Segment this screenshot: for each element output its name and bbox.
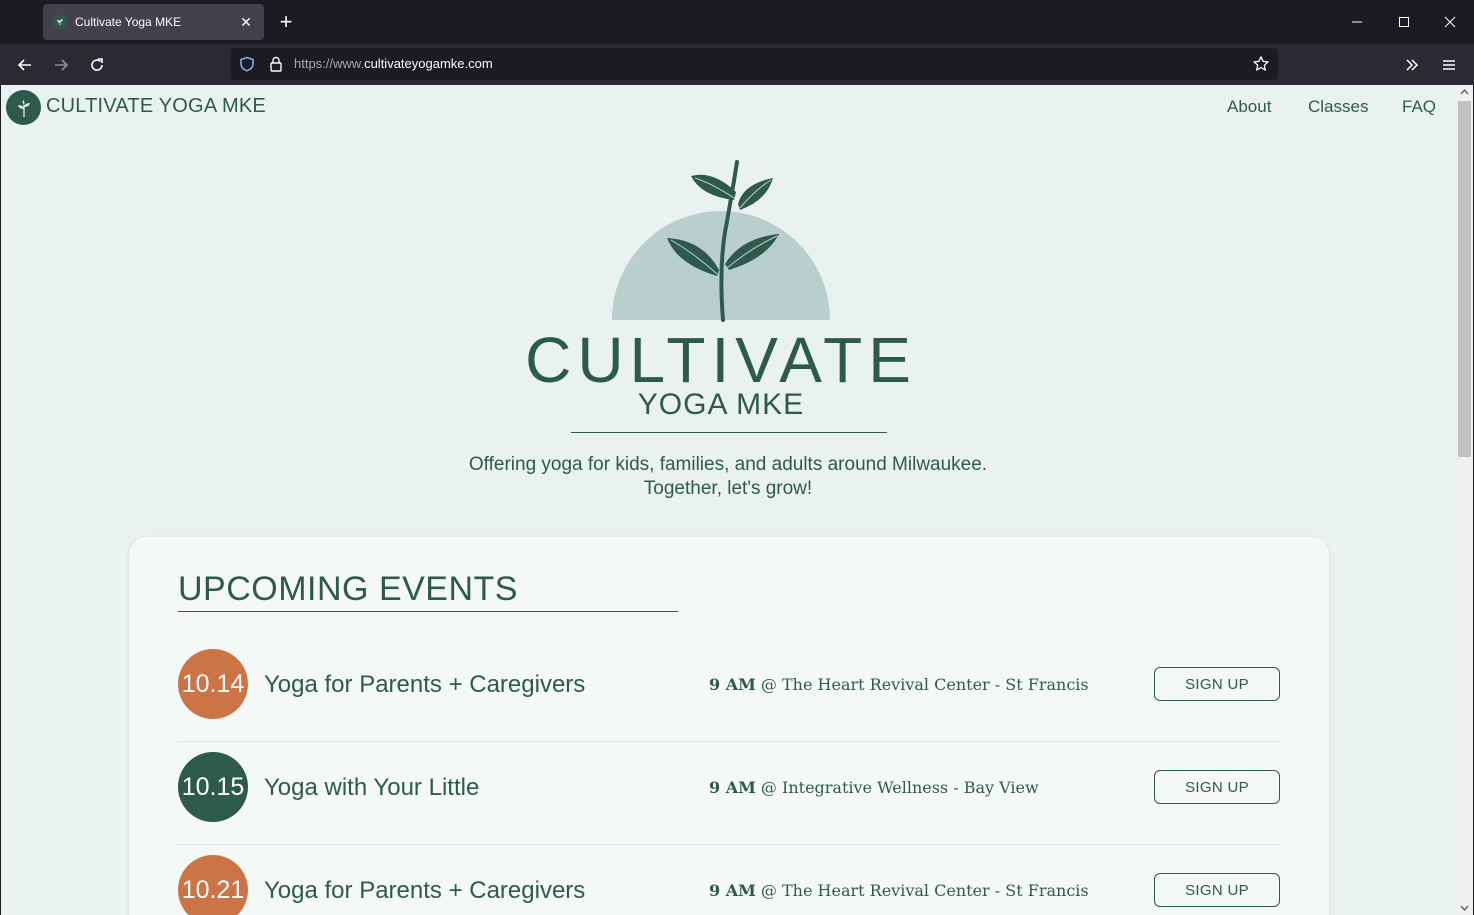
event-date-badge: 10.21 (178, 855, 248, 915)
reload-icon[interactable] (82, 50, 112, 80)
events-heading: UPCOMING EVENTS (178, 570, 518, 608)
event-row: 10.21 Yoga for Parents + Caregivers 9 AM… (178, 845, 1280, 915)
new-tab-button[interactable]: + (272, 8, 300, 36)
scroll-down-arrow-icon[interactable] (1456, 901, 1473, 915)
event-time-location: 9 AM @ The Heart Revival Center - St Fra… (709, 881, 1089, 900)
nav-link-classes[interactable]: Classes (1308, 97, 1368, 117)
browser-toolbar: https://www.cultivateyogamke.com (0, 44, 1474, 85)
site-name[interactable]: CULTIVATE YOGA MKE (46, 95, 266, 118)
nav-link-about[interactable]: About (1227, 97, 1271, 117)
sign-up-button[interactable]: SIGN UP (1154, 873, 1280, 907)
event-title[interactable]: Yoga for Parents + Caregivers (264, 671, 585, 699)
event-row: 10.15 Yoga with Your Little 9 AM @ Integ… (178, 742, 1280, 845)
hero-subtitle: YOGA MKE (637, 388, 805, 421)
close-window-icon[interactable] (1427, 0, 1473, 44)
site-logo-icon[interactable] (6, 90, 41, 125)
hero-divider (571, 432, 887, 433)
back-arrow-icon[interactable] (10, 50, 40, 80)
event-title[interactable]: Yoga with Your Little (264, 774, 479, 802)
sprout-hill-illustration (612, 160, 830, 322)
event-time-location: 9 AM @ Integrative Wellness - Bay View (709, 778, 1039, 797)
forward-arrow-icon[interactable] (46, 50, 76, 80)
browser-tab[interactable]: Cultivate Yoga MKE ✕ (43, 4, 264, 40)
event-row: 10.14 Yoga for Parents + Caregivers 9 AM… (178, 639, 1280, 742)
url-text: https://www.cultivateyogamke.com (294, 56, 493, 71)
extensions-overflow-icon[interactable] (1397, 50, 1427, 80)
tab-close-icon[interactable]: ✕ (238, 14, 254, 31)
page-viewport: CULTIVATE YOGA MKE About Classes FAQ CUL… (1, 85, 1473, 915)
tab-title: Cultivate Yoga MKE (75, 15, 182, 29)
sign-up-button[interactable]: SIGN UP (1154, 770, 1280, 804)
tagline-line-1: Offering yoga for kids, families, and ad… (468, 454, 988, 475)
hero-title: CULTIVATE (525, 324, 917, 396)
event-time-location: 9 AM @ The Heart Revival Center - St Fra… (709, 675, 1089, 694)
event-date-badge: 10.15 (178, 752, 248, 822)
page-scrollbar[interactable] (1456, 85, 1473, 915)
event-date-badge: 10.14 (178, 649, 248, 719)
tagline-line-2: Together, let's grow! (643, 478, 813, 499)
upcoming-events-card: UPCOMING EVENTS 10.14 Yoga for Parents +… (129, 537, 1329, 915)
maximize-window-icon[interactable] (1381, 0, 1427, 44)
bookmark-star-icon[interactable] (1252, 55, 1270, 78)
browser-tab-strip: Cultivate Yoga MKE ✕ + (0, 0, 1474, 44)
sign-up-button[interactable]: SIGN UP (1154, 667, 1280, 701)
scrollbar-thumb[interactable] (1458, 101, 1471, 457)
scroll-up-arrow-icon[interactable] (1456, 85, 1473, 99)
nav-link-faq[interactable]: FAQ (1402, 97, 1436, 117)
event-title[interactable]: Yoga for Parents + Caregivers (264, 877, 585, 905)
minimize-window-icon[interactable] (1334, 0, 1380, 44)
menu-hamburger-icon[interactable] (1434, 50, 1464, 80)
lock-icon[interactable] (268, 55, 284, 78)
site-favicon-icon (53, 15, 67, 29)
address-bar[interactable]: https://www.cultivateyogamke.com (231, 48, 1278, 80)
events-heading-divider (178, 611, 678, 612)
tracking-protection-shield-icon[interactable] (239, 56, 255, 77)
